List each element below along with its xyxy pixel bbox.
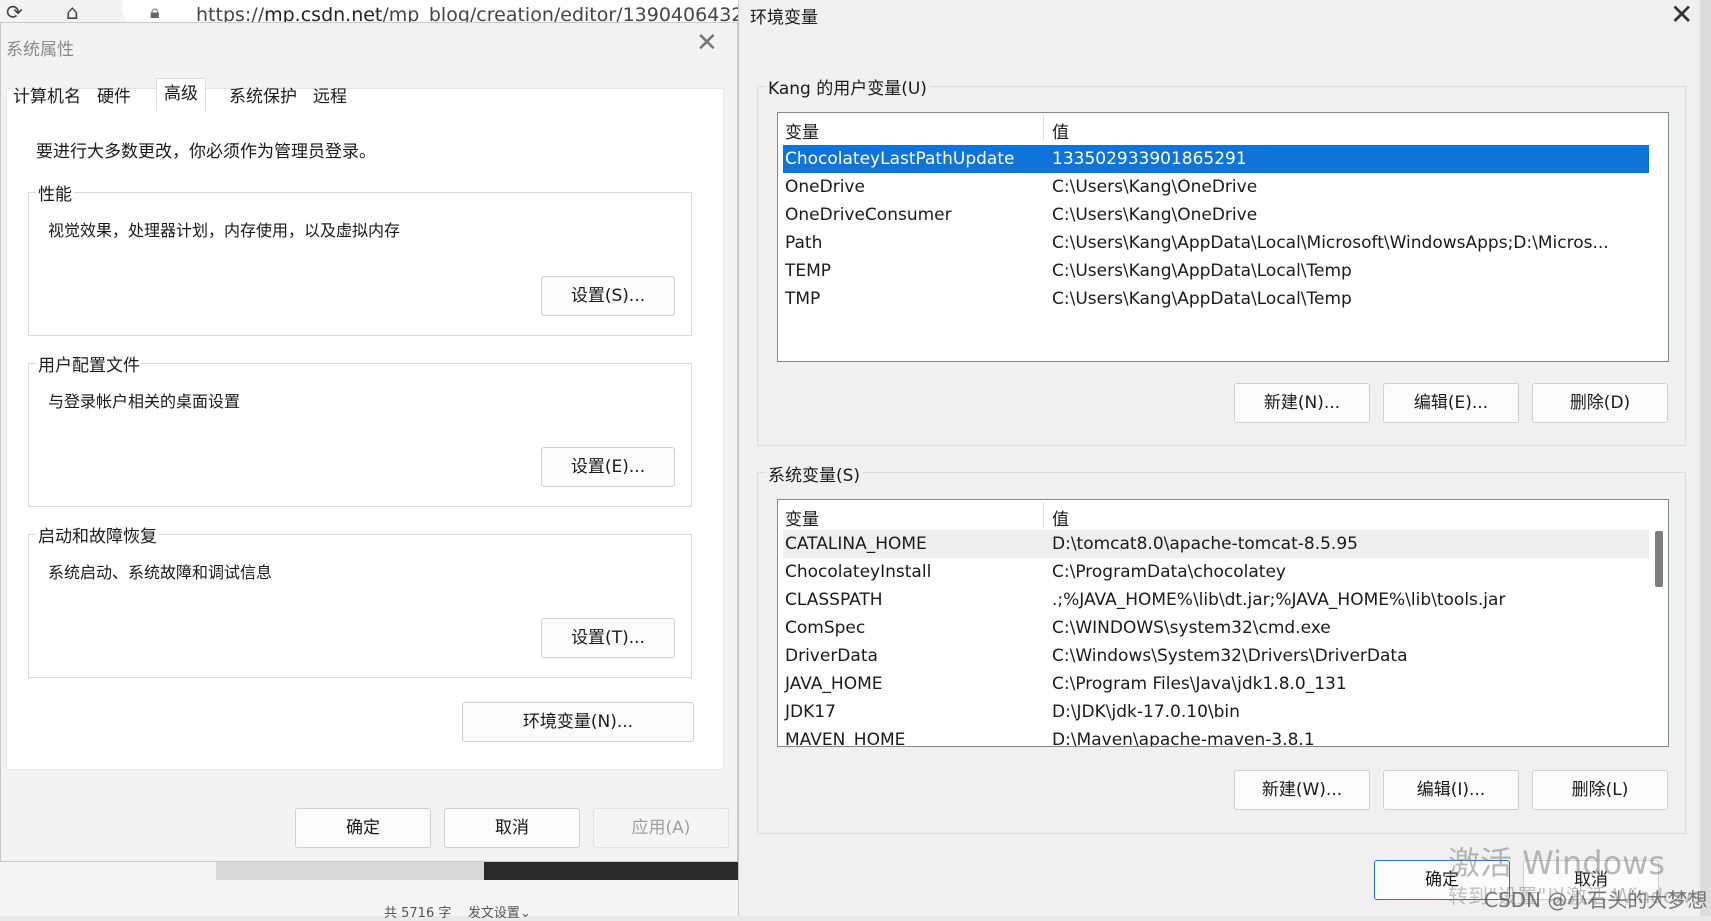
column-divider[interactable] — [1043, 115, 1044, 141]
user-variables-list[interactable]: 变量 值 ChocolateyLastPathUpdate 1335029339… — [777, 112, 1669, 362]
column-header-value[interactable]: 值 — [1052, 118, 1069, 143]
variable-value: D:\tomcat8.0\apache-tomcat-8.5.95 — [1052, 534, 1358, 554]
dialog-title: 环境变量 — [750, 8, 818, 28]
table-row[interactable]: ChocolateyLastPathUpdate 133502933901865… — [783, 145, 1649, 173]
table-row[interactable]: ChocolateyInstall C:\ProgramData\chocola… — [783, 558, 1649, 586]
variable-value: C:\Windows\System32\Drivers\DriverData — [1052, 646, 1408, 666]
list-header: 变量 值 — [778, 500, 1668, 530]
variable-name: MAVEN_HOME — [785, 730, 906, 747]
tab-computer-name[interactable]: 计算机名 — [6, 82, 88, 110]
cancel-button[interactable]: 取消 — [444, 808, 580, 848]
column-header-value[interactable]: 值 — [1052, 505, 1069, 530]
variable-value: C:\Users\Kang\OneDrive — [1052, 205, 1258, 225]
list-header: 变量 值 — [778, 113, 1668, 143]
system-new-button[interactable]: 新建(W)... — [1234, 770, 1370, 810]
close-icon[interactable]: ✕ — [1670, 0, 1693, 31]
column-header-name[interactable]: 变量 — [785, 118, 819, 143]
variable-value: C:\Users\Kang\AppData\Local\Temp — [1052, 289, 1352, 309]
table-row[interactable]: JAVA_HOME C:\Program Files\Java\jdk1.8.0… — [783, 670, 1649, 698]
startup-recovery-label: 启动和故障恢复 — [36, 522, 159, 547]
tab-hardware[interactable]: 硬件 — [90, 82, 138, 110]
variable-value: C:\Program Files\Java\jdk1.8.0_131 — [1052, 674, 1347, 694]
variable-name: JAVA_HOME — [785, 674, 883, 694]
table-row[interactable]: MAVEN_HOME D:\Maven\apache-maven-3.8.1 — [783, 726, 1649, 747]
performance-label: 性能 — [36, 180, 74, 205]
lock-icon: 🔒︎ — [150, 2, 160, 23]
word-count-status: 共 5716 字 发文设置⌄ — [384, 906, 531, 921]
table-row[interactable]: Path C:\Users\Kang\AppData\Local\Microso… — [783, 229, 1649, 257]
variable-name: TEMP — [785, 261, 832, 281]
publish-settings-link[interactable]: 发文设置 — [468, 906, 520, 921]
vertical-scrollbar[interactable] — [1651, 503, 1665, 737]
ok-button[interactable]: 确定 — [295, 808, 431, 848]
system-variables-list[interactable]: 变量 值 CATALINA_HOME D:\tomcat8.0\apache-t… — [777, 499, 1669, 747]
table-row[interactable]: DriverData C:\Windows\System32\Drivers\D… — [783, 642, 1649, 670]
page-gray-block — [216, 862, 484, 880]
user-profiles-label: 用户配置文件 — [36, 351, 142, 376]
user-new-button[interactable]: 新建(N)... — [1234, 383, 1370, 423]
user-delete-button[interactable]: 删除(D) — [1532, 383, 1668, 423]
tab-remote[interactable]: 远程 — [306, 82, 354, 110]
user-profiles-description: 与登录帐户相关的桌面设置 — [48, 392, 241, 411]
variable-value: .;%JAVA_HOME%\lib\dt.jar;%JAVA_HOME%\lib… — [1052, 590, 1506, 610]
variable-value: C:\Users\Kang\OneDrive — [1052, 177, 1258, 197]
column-divider[interactable] — [1043, 502, 1044, 528]
variable-name: Path — [785, 233, 823, 253]
table-row[interactable]: JDK17 D:\JDK\jdk-17.0.10\bin — [783, 698, 1649, 726]
system-edit-button[interactable]: 编辑(I)... — [1383, 770, 1519, 810]
table-row[interactable]: CATALINA_HOME D:\tomcat8.0\apache-tomcat… — [783, 530, 1649, 558]
apply-button: 应用(A) — [593, 808, 729, 848]
tab-advanced[interactable]: 高级 — [156, 78, 206, 111]
variable-value: C:\ProgramData\chocolatey — [1052, 562, 1286, 582]
refresh-icon[interactable]: ⟳ — [6, 0, 23, 24]
activate-windows-watermark: 激活 Windows — [1448, 844, 1666, 882]
scrollbar-thumb[interactable] — [1655, 531, 1663, 587]
tab-system-protection[interactable]: 系统保护 — [222, 82, 304, 110]
table-row[interactable]: ComSpec C:\WINDOWS\system32\cmd.exe — [783, 614, 1649, 642]
page-dark-block — [484, 862, 764, 880]
startup-recovery-description: 系统启动、系统故障和调试信息 — [48, 563, 273, 582]
variable-value: C:\Users\Kang\AppData\Local\Temp — [1052, 261, 1352, 281]
table-row[interactable]: TMP C:\Users\Kang\AppData\Local\Temp — [783, 285, 1649, 313]
table-row[interactable]: CLASSPATH .;%JAVA_HOME%\lib\dt.jar;%JAVA… — [783, 586, 1649, 614]
system-delete-button[interactable]: 删除(L) — [1532, 770, 1668, 810]
environment-variables-button[interactable]: 环境变量(N)... — [462, 702, 694, 742]
variable-name: CATALINA_HOME — [785, 534, 927, 554]
variable-value: C:\Users\Kang\AppData\Local\Microsoft\Wi… — [1052, 233, 1609, 253]
variable-name: CLASSPATH — [785, 590, 883, 610]
home-icon[interactable]: ⌂ — [66, 0, 79, 24]
variable-name: OneDriveConsumer — [785, 205, 952, 225]
variable-value: D:\JDK\jdk-17.0.10\bin — [1052, 702, 1240, 722]
variable-name: OneDrive — [785, 177, 865, 197]
variable-name: DriverData — [785, 646, 878, 666]
user-variables-label: Kang 的用户变量(U) — [766, 74, 929, 99]
user-profiles-settings-button[interactable]: 设置(E)... — [541, 447, 675, 487]
close-icon[interactable]: ✕ — [696, 28, 718, 58]
table-row[interactable]: OneDrive C:\Users\Kang\OneDrive — [783, 173, 1649, 201]
chevron-down-icon: ⌄ — [519, 906, 531, 921]
variable-value: C:\WINDOWS\system32\cmd.exe — [1052, 618, 1331, 638]
dialog-title: 系统属性 — [6, 40, 74, 60]
background-window-edge — [1700, 0, 1711, 916]
variable-name: TMP — [785, 289, 821, 309]
system-variables-label: 系统变量(S) — [766, 461, 863, 486]
variable-name: JDK17 — [785, 702, 836, 722]
variable-name: ComSpec — [785, 618, 866, 638]
admin-note: 要进行大多数更改，你必须作为管理员登录。 — [36, 142, 376, 162]
column-header-name[interactable]: 变量 — [785, 505, 819, 530]
variable-name: ChocolateyInstall — [785, 562, 932, 582]
csdn-watermark: CSDN @小石头的大梦想 — [1484, 888, 1708, 912]
performance-description: 视觉效果，处理器计划，内存使用，以及虚拟内存 — [48, 221, 401, 240]
variable-value: 133502933901865291 — [1052, 149, 1247, 169]
table-row[interactable]: TEMP C:\Users\Kang\AppData\Local\Temp — [783, 257, 1649, 285]
user-edit-button[interactable]: 编辑(E)... — [1383, 383, 1519, 423]
startup-recovery-settings-button[interactable]: 设置(T)... — [541, 618, 675, 658]
performance-settings-button[interactable]: 设置(S)... — [541, 276, 675, 316]
variable-value: D:\Maven\apache-maven-3.8.1 — [1052, 730, 1315, 747]
table-row[interactable]: OneDriveConsumer C:\Users\Kang\OneDrive — [783, 201, 1649, 229]
variable-name: ChocolateyLastPathUpdate — [785, 149, 1015, 169]
